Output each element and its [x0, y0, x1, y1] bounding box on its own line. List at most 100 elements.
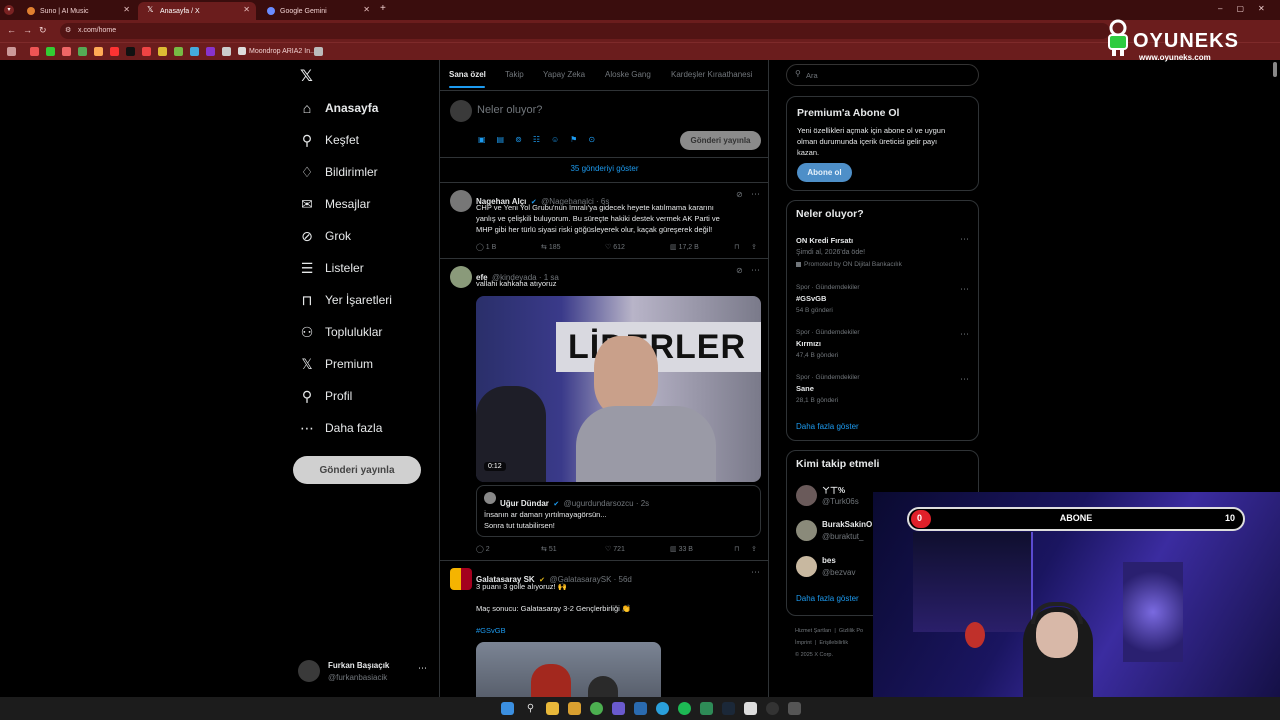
bookmark-icon[interactable]: [190, 47, 199, 56]
more-icon[interactable]: ⋯: [418, 663, 427, 674]
tab-search-icon[interactable]: ▾: [4, 5, 14, 15]
bookmark-icon[interactable]: [62, 47, 71, 56]
compose-input[interactable]: Neler oluyor?: [477, 104, 542, 116]
nav-explore[interactable]: ⚲ Keşfet: [298, 127, 359, 153]
tab-x[interactable]: 𝕏 Anasayfa / X ✕: [138, 2, 256, 20]
more-icon[interactable]: ⋯: [960, 284, 969, 295]
like-button[interactable]: ♡ 612: [605, 243, 625, 251]
post-button[interactable]: Gönderi yayınla: [293, 456, 421, 484]
tab-following[interactable]: Takip: [505, 70, 524, 79]
site-info-icon[interactable]: ⚙: [65, 26, 71, 34]
more-icon[interactable]: ⋯: [960, 234, 969, 245]
tab-for-you[interactable]: Sana özel: [449, 70, 486, 79]
url-field[interactable]: x.com/home: [60, 23, 1110, 39]
start-icon[interactable]: [501, 702, 514, 715]
tab-gemini[interactable]: Google Gemini ✕: [258, 2, 376, 20]
app-icon[interactable]: [788, 702, 801, 715]
repost-button[interactable]: ⇆ 51: [541, 545, 557, 553]
hashtag-link[interactable]: #GSvGB: [476, 625, 506, 636]
bookmark-icon[interactable]: [78, 47, 87, 56]
close-tab-icon[interactable]: ✕: [243, 5, 250, 14]
premium-title: Premium'a Abone Ol: [797, 107, 900, 119]
nav-label: Keşfet: [325, 133, 360, 147]
grok-icon[interactable]: ⊘: [736, 266, 743, 275]
obs-icon[interactable]: [766, 702, 779, 715]
reply-button[interactable]: ◯ 2: [476, 545, 490, 553]
search-field[interactable]: ⚲ Ara: [786, 64, 979, 86]
views-button[interactable]: ▥ 33 B: [670, 545, 693, 553]
file-explorer-icon[interactable]: [546, 702, 559, 715]
bookmark-icon[interactable]: [142, 47, 151, 56]
folder-icon[interactable]: [158, 47, 167, 56]
bookmark-icon[interactable]: ⊓: [734, 243, 739, 251]
folder-icon[interactable]: [568, 702, 581, 715]
nav-profile[interactable]: ⚲ Profil: [298, 383, 352, 409]
app-icon[interactable]: [612, 702, 625, 715]
account-switcher[interactable]: Furkan Başıaçık @furkanbasiacik ⋯: [298, 658, 433, 686]
app-icon[interactable]: [700, 702, 713, 715]
share-icon[interactable]: ⇪: [751, 545, 757, 553]
nav-home[interactable]: ⌂ Anasayfa: [298, 95, 379, 121]
close-tab-icon[interactable]: ✕: [363, 5, 370, 14]
nav-communities[interactable]: ⚇ Topluluklar: [298, 319, 383, 345]
app-icon[interactable]: [744, 702, 757, 715]
spotify-icon[interactable]: [678, 702, 691, 715]
telegram-icon[interactable]: [656, 702, 669, 715]
youtube-icon[interactable]: [110, 47, 119, 56]
nav-grok[interactable]: ⊘ Grok: [298, 223, 351, 249]
window-controls[interactable]: –▢✕: [1218, 4, 1279, 13]
footer-link[interactable]: İmprint: [795, 640, 812, 646]
bookmark-icon[interactable]: [314, 47, 323, 56]
bookmark-icon[interactable]: [46, 47, 55, 56]
more-icon[interactable]: ⋯: [751, 265, 760, 276]
footer-link[interactable]: Gizlilik Po: [839, 628, 863, 634]
steam-icon[interactable]: [722, 702, 735, 715]
show-new-posts-link[interactable]: 35 gönderiyi göster: [440, 164, 769, 173]
compose-post-button[interactable]: Gönderi yayınla: [680, 131, 761, 150]
more-icon[interactable]: ⋯: [751, 567, 760, 578]
x-bookmark-icon[interactable]: [126, 47, 135, 56]
share-icon[interactable]: ⇪: [751, 243, 757, 251]
bookmark-icon[interactable]: ⊓: [734, 545, 739, 553]
new-tab-icon[interactable]: +: [380, 3, 386, 14]
close-tab-icon[interactable]: ✕: [123, 5, 130, 14]
reply-button[interactable]: ◯ 1 B: [476, 243, 496, 251]
nav-buttons[interactable]: ←→↻: [7, 25, 54, 36]
trends-show-more-link[interactable]: Daha fazla göster: [796, 422, 859, 431]
nav-notifications[interactable]: ♢ Bildirimler: [298, 159, 378, 185]
tab-kardesler[interactable]: Kardeşler Kıraathanesi: [671, 70, 752, 79]
like-button[interactable]: ♡ 721: [605, 545, 625, 553]
repost-button[interactable]: ⇆ 185: [541, 243, 561, 251]
quote-tweet[interactable]: Uğur Dündar ✔ @ugurdundarsozcu · 2s İnsa…: [476, 485, 761, 537]
nav-lists[interactable]: ☰ Listeler: [298, 255, 364, 281]
nav-messages[interactable]: ✉ Mesajlar: [298, 191, 370, 217]
app-icon[interactable]: [634, 702, 647, 715]
tab-suno[interactable]: Suno | AI Music ✕: [18, 2, 136, 20]
gmail-icon[interactable]: [30, 47, 39, 56]
views-button[interactable]: ▥ 17,2 B: [670, 243, 699, 251]
subscribe-button[interactable]: Abone ol: [797, 163, 852, 182]
tweet-video[interactable]: LİDERLER 0:12: [476, 296, 761, 482]
nav-more[interactable]: ⋯ Daha fazla: [298, 415, 382, 441]
tab-yapay-zeka[interactable]: Yapay Zeka: [543, 70, 585, 79]
follow-show-more-link[interactable]: Daha fazla göster: [796, 594, 859, 603]
tab-aloske-gang[interactable]: Aloske Gang: [605, 70, 651, 79]
more-icon[interactable]: ⋯: [960, 329, 969, 340]
more-icon[interactable]: ⋯: [751, 189, 760, 200]
bookmark-moondrop[interactable]: Moondrop ARIA2 In...: [238, 47, 316, 55]
bookmark-icon[interactable]: [206, 47, 215, 56]
footer-link[interactable]: Hizmet Şartları: [795, 628, 831, 634]
page-scrollbar[interactable]: [1273, 62, 1277, 77]
bookmark-icon[interactable]: [174, 47, 183, 56]
chrome-icon[interactable]: [590, 702, 603, 715]
nav-bookmarks[interactable]: ⊓ Yer İşaretleri: [298, 287, 392, 313]
more-icon[interactable]: ⋯: [960, 374, 969, 385]
apps-icon[interactable]: [7, 47, 16, 56]
nav-premium[interactable]: 𝕏 Premium: [298, 351, 373, 377]
grok-icon[interactable]: ⊘: [736, 190, 743, 199]
footer-link[interactable]: Erişilebilirlik: [819, 640, 848, 646]
search-icon[interactable]: ⚲: [524, 702, 537, 715]
x-logo-icon[interactable]: 𝕏: [300, 66, 313, 86]
bookmark-icon[interactable]: [222, 47, 231, 56]
bookmark-icon[interactable]: [94, 47, 103, 56]
